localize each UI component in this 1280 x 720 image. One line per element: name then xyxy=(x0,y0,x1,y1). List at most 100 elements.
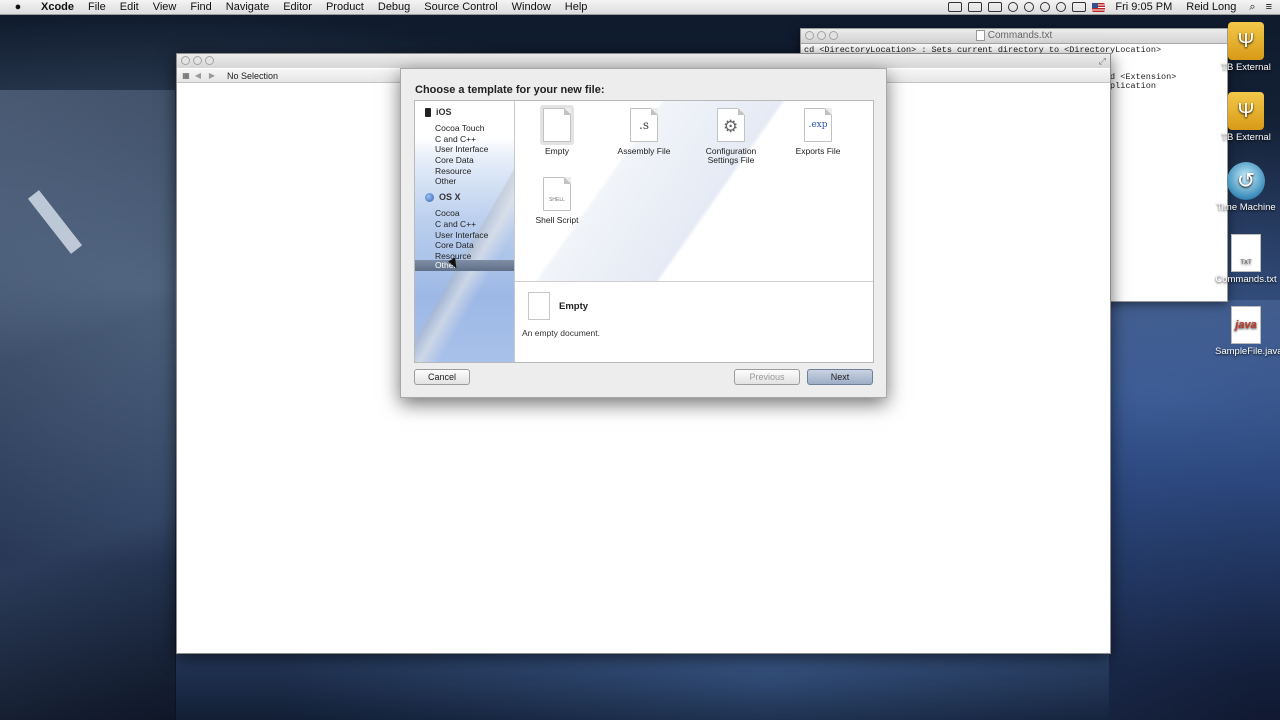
desktop-icon-label: TB External xyxy=(1221,132,1271,143)
zoom-window-icon[interactable] xyxy=(829,31,838,40)
time-machine-status-icon[interactable] xyxy=(1008,2,1019,12)
jump-bar-path[interactable]: No Selection xyxy=(227,71,278,81)
exports-file-icon: .exp xyxy=(804,108,832,142)
template-configuration-settings-file[interactable]: Configuration Settings File xyxy=(691,108,771,165)
template-label: Assembly File xyxy=(617,146,671,156)
menubar-clock[interactable]: Fri 9:05 PM xyxy=(1108,1,1179,13)
java-file-icon: java xyxy=(1231,306,1261,344)
text-window-titlebar[interactable]: Commands.txt xyxy=(801,29,1227,44)
template-empty[interactable]: Empty xyxy=(517,108,597,156)
desktop-wallpaper-left xyxy=(0,90,175,720)
template-category-sidebar: iOS Cocoa Touch C and C++ User Interface… xyxy=(415,101,515,362)
group-label: OS X xyxy=(439,192,461,202)
input-source-flag-icon[interactable] xyxy=(1092,2,1106,12)
menu-bar: ● Xcode File Edit View Find Navigate Edi… xyxy=(0,0,1280,15)
iphone-icon xyxy=(425,107,431,117)
xcode-window-controls xyxy=(181,56,217,65)
status-area: Fri 9:05 PM Reid Long ⌕ ≡ xyxy=(945,1,1280,14)
assembly-file-icon: .s xyxy=(630,108,658,142)
sidebar-item-ios-other[interactable]: Other xyxy=(435,176,456,186)
empty-file-icon xyxy=(543,108,571,142)
cancel-button[interactable]: Cancel xyxy=(414,369,470,385)
previous-button[interactable]: Previous xyxy=(734,369,800,385)
spotlight-search-icon[interactable]: ⌕ xyxy=(1243,1,1261,14)
close-window-icon[interactable] xyxy=(181,56,190,65)
desktop-icon-samplefile-java[interactable]: java SampleFile.java xyxy=(1215,306,1280,357)
platform-group-ios: iOS xyxy=(425,107,452,117)
text-window-title: Commands.txt xyxy=(987,30,1053,41)
menu-navigate[interactable]: Navigate xyxy=(219,0,276,14)
desktop-wallpaper-bottom xyxy=(176,652,1109,720)
menu-find[interactable]: Find xyxy=(183,0,218,14)
next-button[interactable]: Next xyxy=(807,369,873,385)
fullscreen-icon[interactable]: ⤢ xyxy=(1099,56,1106,67)
zoom-window-icon[interactable] xyxy=(205,56,214,65)
template-label: Exports File xyxy=(795,146,841,156)
sidebar-item-ios-cocoa-touch[interactable]: Cocoa Touch xyxy=(435,123,484,133)
menu-help[interactable]: Help xyxy=(558,0,595,14)
sidebar-item-ios-c-and-cpp[interactable]: C and C++ xyxy=(435,134,476,144)
sidebar-item-osx-c-and-cpp[interactable]: C and C++ xyxy=(435,219,476,229)
template-label: Empty xyxy=(544,146,570,156)
shell-script-icon: SHELL xyxy=(543,177,571,211)
sidebar-item-osx-other[interactable]: Other xyxy=(415,260,514,271)
menu-debug[interactable]: Debug xyxy=(371,0,417,14)
desktop-icon-label: Commands.txt xyxy=(1215,274,1277,285)
sidebar-item-ios-resource[interactable]: Resource xyxy=(435,166,471,176)
menu-product[interactable]: Product xyxy=(319,0,371,14)
wifi-icon[interactable] xyxy=(1040,2,1051,12)
menu-file[interactable]: File xyxy=(81,0,113,14)
menu-app-xcode[interactable]: Xcode xyxy=(34,0,81,14)
template-exports-file[interactable]: .exp Exports File xyxy=(778,108,858,156)
selected-template-description: An empty document. xyxy=(522,328,600,338)
desktop-icon-tb-external-2[interactable]: Ψ TB External xyxy=(1215,92,1277,143)
screen-recording-icon[interactable] xyxy=(968,2,983,12)
new-file-template-sheet: Choose a template for your new file: iOS… xyxy=(400,68,887,398)
bluetooth-icon[interactable] xyxy=(1024,2,1035,12)
apple-menu-icon[interactable]: ● xyxy=(12,1,24,13)
close-window-icon[interactable] xyxy=(805,31,814,40)
minimize-window-icon[interactable] xyxy=(817,31,826,40)
group-label: iOS xyxy=(436,107,452,117)
sidebar-item-osx-user-interface[interactable]: User Interface xyxy=(435,230,488,240)
template-label: Configuration Settings File xyxy=(705,146,757,165)
airplay-icon[interactable] xyxy=(988,2,1003,12)
document-icon xyxy=(975,29,985,41)
desktop-icon-commands-txt[interactable]: TXT Commands.txt xyxy=(1215,234,1277,285)
desktop-icon-label: TB External xyxy=(1221,62,1271,73)
sheet-heading: Choose a template for your new file: xyxy=(415,84,605,96)
menu-window[interactable]: Window xyxy=(505,0,558,14)
selected-template-file-icon xyxy=(528,292,550,320)
sidebar-item-ios-core-data[interactable]: Core Data xyxy=(435,155,474,165)
wallpaper-highlight xyxy=(27,190,83,254)
text-window-controls xyxy=(805,31,841,40)
desktop-icon-tb-external-1[interactable]: Ψ TB External xyxy=(1215,22,1277,73)
desktop-icon-label: Time Machine xyxy=(1216,202,1276,213)
usb-drive-icon: Ψ xyxy=(1228,22,1264,60)
sidebar-item-osx-cocoa[interactable]: Cocoa xyxy=(435,208,460,218)
xcode-titlebar[interactable]: ⤢ xyxy=(177,54,1110,68)
menu-edit[interactable]: Edit xyxy=(113,0,146,14)
minimize-window-icon[interactable] xyxy=(193,56,202,65)
time-machine-icon: ↺ xyxy=(1227,162,1265,200)
gear-file-icon xyxy=(717,108,745,142)
menu-editor[interactable]: Editor xyxy=(276,0,319,14)
menubar-user[interactable]: Reid Long xyxy=(1179,1,1243,13)
notification-center-icon[interactable]: ≡ xyxy=(1262,1,1280,13)
forward-arrow-icon[interactable]: ▶ xyxy=(205,71,219,80)
usb-drive-icon: Ψ xyxy=(1228,92,1264,130)
battery-icon[interactable] xyxy=(1072,2,1087,12)
template-details: Empty An empty document. xyxy=(515,281,873,362)
menu-source-control[interactable]: Source Control xyxy=(417,0,504,14)
back-arrow-icon[interactable]: ◀ xyxy=(191,71,205,80)
volume-icon[interactable] xyxy=(1056,2,1067,12)
menu-view[interactable]: View xyxy=(146,0,184,14)
notes-status-icon[interactable] xyxy=(948,2,963,12)
sidebar-item-ios-user-interface[interactable]: User Interface xyxy=(435,144,488,154)
platform-group-osx: OS X xyxy=(425,192,461,202)
desktop-icon-time-machine[interactable]: ↺ Time Machine xyxy=(1215,162,1277,213)
related-items-icon[interactable]: ▦ xyxy=(181,71,191,80)
sidebar-item-osx-core-data[interactable]: Core Data xyxy=(435,240,474,250)
template-shell-script[interactable]: SHELL Shell Script xyxy=(517,177,597,225)
template-assembly-file[interactable]: .s Assembly File xyxy=(604,108,684,156)
